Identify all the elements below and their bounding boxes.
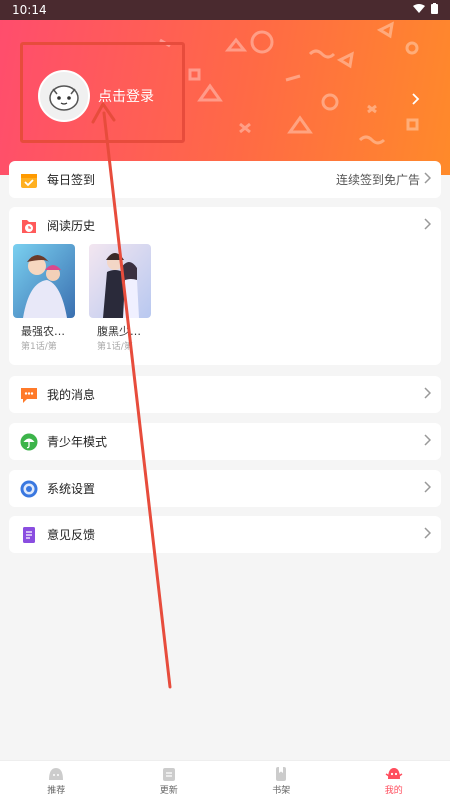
tab-updates[interactable]: 更新 xyxy=(113,761,226,800)
tab-label: 更新 xyxy=(159,785,178,796)
book-cover[interactable] xyxy=(89,244,151,318)
checkin-label: 每日签到 xyxy=(47,173,96,187)
settings-gear-icon xyxy=(19,479,39,499)
chevron-right-icon xyxy=(424,480,432,497)
history-label: 阅读历史 xyxy=(47,219,96,233)
book-cover[interactable] xyxy=(13,244,75,318)
annotation-highlight-box xyxy=(20,42,185,143)
chevron-right-icon xyxy=(424,526,432,543)
mine-icon xyxy=(385,767,403,779)
settings-row[interactable]: 系统设置 xyxy=(9,470,441,507)
checkin-row[interactable]: 每日签到 连续签到免广告 xyxy=(9,161,441,198)
status-bar: 10:14 xyxy=(0,0,450,20)
book-progress: 第1话/第 xyxy=(21,342,57,352)
header-chevron-right-icon[interactable] xyxy=(412,90,420,109)
book-title: 腹黑少… xyxy=(97,325,141,338)
bookshelf-icon xyxy=(276,766,287,781)
history-row[interactable]: 阅读历史 xyxy=(9,207,441,244)
chevron-right-icon xyxy=(424,386,432,403)
checkin-promo-text: 连续签到免广告 xyxy=(335,173,420,187)
feedback-row[interactable]: 意见反馈 xyxy=(9,516,441,553)
umbrella-icon xyxy=(19,432,39,452)
recommend-icon xyxy=(49,767,64,780)
messages-row[interactable]: 我的消息 xyxy=(9,376,441,413)
settings-label: 系统设置 xyxy=(47,482,96,496)
history-list: 最强农… 第1话/第 腹黑少… 第1话/第 xyxy=(9,244,441,352)
bottom-tab-bar: 推荐 更新 书架 我的 xyxy=(0,760,450,800)
chevron-right-icon xyxy=(424,217,432,234)
messages-card[interactable]: 我的消息 xyxy=(9,376,441,413)
updates-icon xyxy=(162,767,175,781)
tab-label: 书架 xyxy=(272,785,291,796)
message-bubble-icon xyxy=(19,385,39,405)
tab-bookshelf[interactable]: 书架 xyxy=(225,761,338,800)
chevron-right-icon xyxy=(424,171,432,188)
youth-mode-card[interactable]: 青少年模式 xyxy=(9,423,441,460)
checkin-card[interactable]: 每日签到 连续签到免广告 xyxy=(9,161,441,198)
feedback-label: 意见反馈 xyxy=(47,528,96,542)
wifi-icon xyxy=(413,3,425,17)
battery-icon xyxy=(431,3,438,17)
chevron-right-icon xyxy=(424,433,432,450)
youth-mode-label: 青少年模式 xyxy=(47,435,108,449)
clock-icon xyxy=(19,216,39,236)
tab-label: 我的 xyxy=(384,785,403,796)
messages-label: 我的消息 xyxy=(47,388,96,402)
history-book[interactable]: 腹黑少… 第1话/第 xyxy=(89,244,151,352)
book-progress: 第1话/第 xyxy=(97,342,133,352)
tab-recommend[interactable]: 推荐 xyxy=(0,761,113,800)
status-time: 10:14 xyxy=(12,3,47,17)
youth-mode-row[interactable]: 青少年模式 xyxy=(9,423,441,460)
tab-label: 推荐 xyxy=(47,785,66,796)
history-book[interactable]: 最强农… 第1话/第 xyxy=(13,244,75,352)
profile-header: 点击登录 xyxy=(0,20,450,175)
feedback-card[interactable]: 意见反馈 xyxy=(9,516,441,553)
book-title: 最强农… xyxy=(21,325,65,338)
history-card: 阅读历史 最强农… 第1话/第 腹黑少… 第1话/第 xyxy=(9,207,441,365)
document-icon xyxy=(19,525,39,545)
settings-card[interactable]: 系统设置 xyxy=(9,470,441,507)
tab-mine[interactable]: 我的 xyxy=(338,761,450,800)
calendar-check-icon xyxy=(19,170,39,190)
